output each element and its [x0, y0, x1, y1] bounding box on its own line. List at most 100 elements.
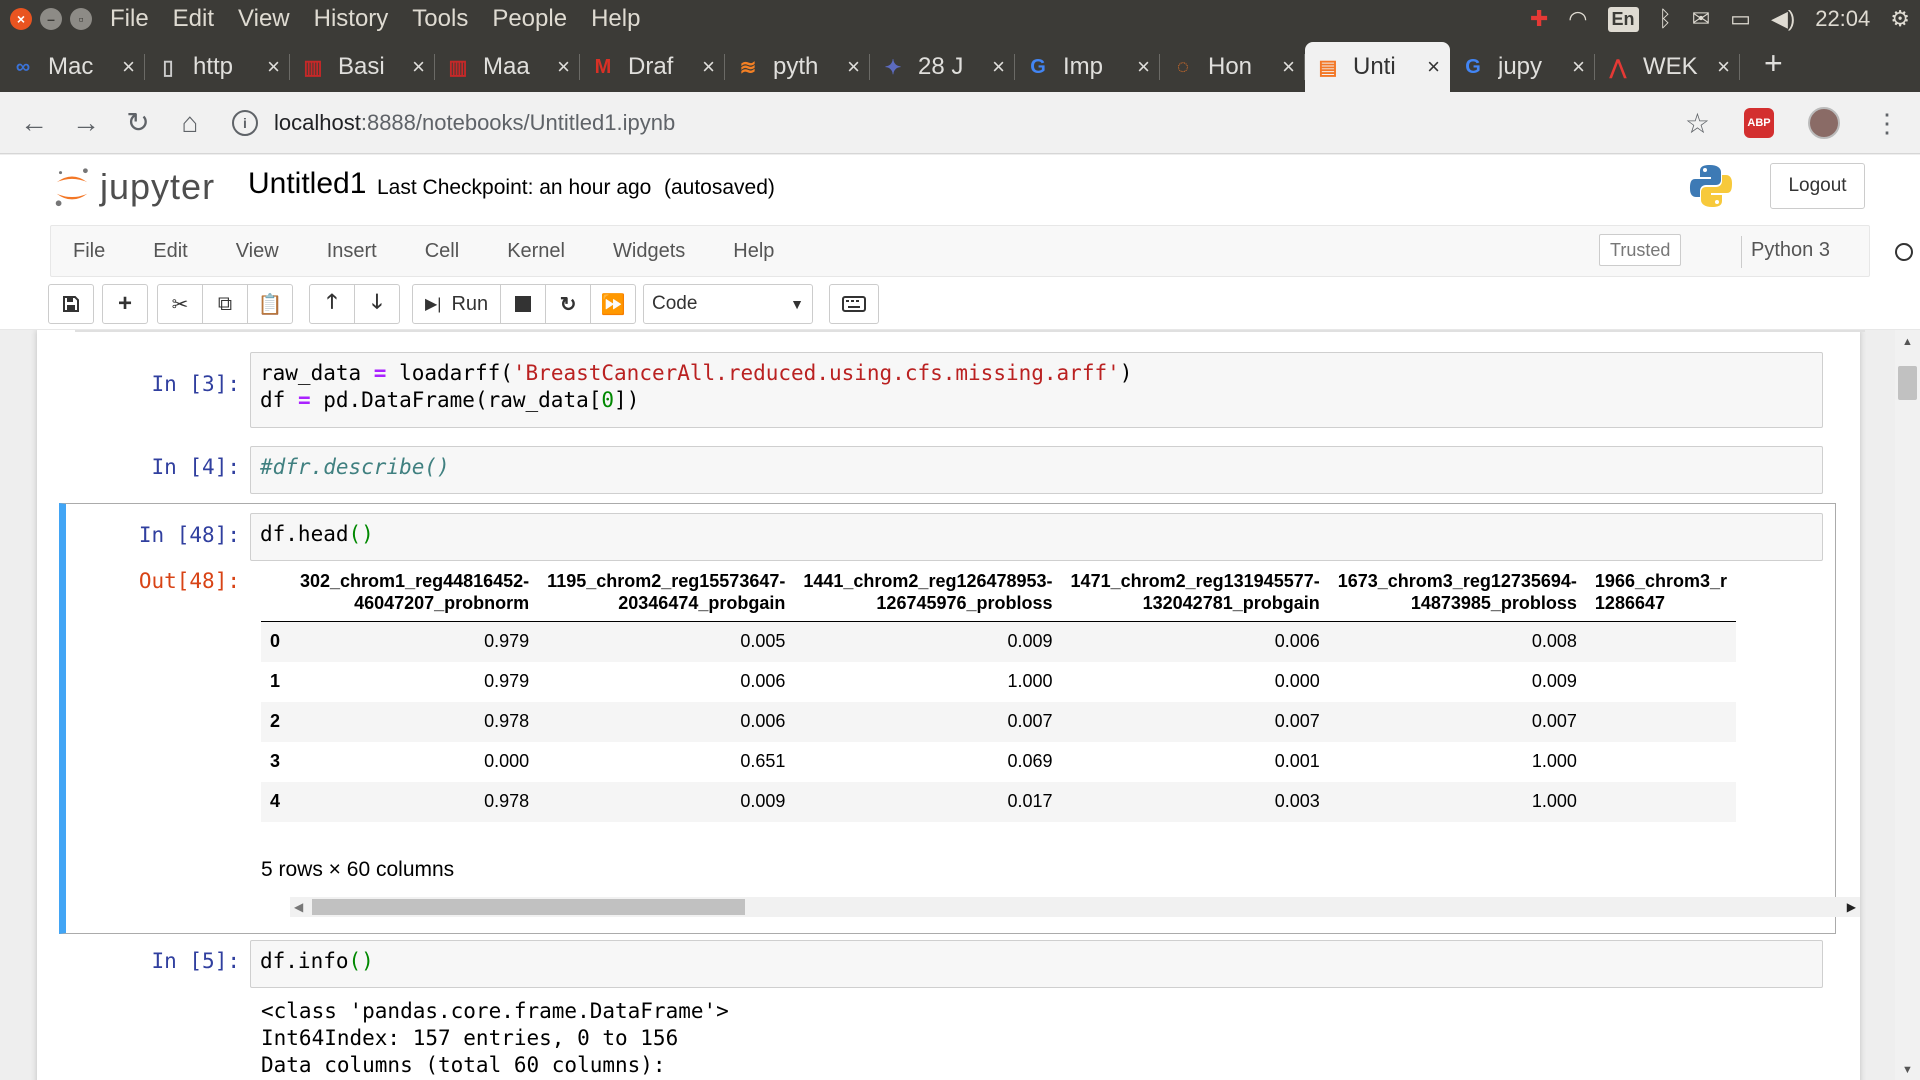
- bookmark-star-icon[interactable]: ☆: [1685, 107, 1710, 140]
- app-menu-view[interactable]: View: [238, 5, 290, 33]
- adblock-icon[interactable]: ABP: [1744, 108, 1774, 138]
- window-close-button[interactable]: ×: [10, 8, 32, 30]
- app-menu-file[interactable]: File: [110, 5, 149, 33]
- browser-tab[interactable]: ◌ Hon ×: [1160, 42, 1305, 92]
- column-header-line: 126745976_probloss: [876, 593, 1053, 613]
- tab-close-icon[interactable]: ×: [122, 54, 135, 80]
- scrollbar-thumb[interactable]: [1898, 366, 1917, 400]
- run-button[interactable]: ▶| Run: [412, 284, 502, 324]
- paste-button[interactable]: 📋: [247, 284, 293, 324]
- command-palette-button[interactable]: [829, 284, 879, 324]
- browser-tab[interactable]: Gjupy ×: [1450, 42, 1595, 92]
- mail-icon[interactable]: ✉: [1692, 6, 1710, 32]
- menu-view[interactable]: View: [212, 240, 303, 263]
- app-menu-history[interactable]: History: [314, 5, 389, 33]
- copy-button[interactable]: ⧉: [202, 284, 248, 324]
- menu-file[interactable]: File: [51, 240, 129, 263]
- browser-tab-strip: ∞ Mac × ▯ http × ▥ Basi × ▥ Maa × M Draf × ≋ pyth × ✦ 28 J ×…: [0, 38, 1920, 92]
- keyboard-layout-indicator[interactable]: En: [1607, 6, 1639, 32]
- save-button[interactable]: [48, 284, 94, 324]
- tab-close-icon[interactable]: ×: [992, 54, 1005, 80]
- scroll-down-icon[interactable]: ▼: [1902, 1064, 1913, 1076]
- tab-close-icon[interactable]: ×: [557, 54, 570, 80]
- wifi-icon[interactable]: ◠: [1568, 6, 1587, 32]
- app-menu-edit[interactable]: Edit: [173, 5, 214, 33]
- app-menu-help[interactable]: Help: [591, 5, 640, 33]
- browser-tab[interactable]: M Draf ×: [580, 42, 725, 92]
- horizontal-scrollbar[interactable]: ◀ ▶: [290, 897, 1860, 917]
- site-info-icon[interactable]: i: [232, 109, 258, 136]
- menu-cell[interactable]: Cell: [401, 240, 483, 263]
- tab-close-icon[interactable]: ×: [412, 54, 425, 80]
- browser-tab[interactable]: ⋀ WEK ×: [1595, 42, 1740, 92]
- tab-close-icon[interactable]: ×: [267, 54, 280, 80]
- volume-icon[interactable]: ◀): [1771, 6, 1795, 32]
- insert-cell-button[interactable]: +: [102, 284, 148, 324]
- code-editor[interactable]: df.head(): [250, 513, 1823, 561]
- kernel-name[interactable]: Python 3: [1751, 239, 1830, 262]
- clock[interactable]: 22:04: [1815, 6, 1870, 32]
- bluetooth-icon[interactable]: ᛒ: [1659, 6, 1672, 32]
- move-down-button[interactable]: 🡓: [354, 284, 400, 324]
- logout-button[interactable]: Logout: [1770, 163, 1865, 209]
- battery-icon[interactable]: ▭: [1730, 6, 1751, 32]
- browser-tab[interactable]: ∞ Mac ×: [0, 42, 145, 92]
- code-cell-4[interactable]: In [4]: #dfr.describe(): [60, 446, 1835, 494]
- window-minimize-button[interactable]: –: [40, 8, 62, 30]
- trusted-indicator[interactable]: Trusted: [1599, 234, 1682, 266]
- restart-run-all-button[interactable]: ⏩: [590, 284, 637, 324]
- menu-kernel[interactable]: Kernel: [483, 240, 589, 263]
- code-cell-3[interactable]: In [3]: raw_data = loadarff('BreastCance…: [60, 352, 1835, 428]
- tab-title: pyth: [773, 53, 819, 80]
- tab-close-icon[interactable]: ×: [702, 54, 715, 80]
- app-menu-people[interactable]: People: [492, 5, 567, 33]
- notebook-name[interactable]: Untitled1: [248, 167, 366, 201]
- scroll-up-icon[interactable]: ▲: [1902, 336, 1913, 348]
- tab-close-icon[interactable]: ×: [1717, 54, 1730, 80]
- back-arrow-icon[interactable]: ←: [8, 107, 60, 139]
- reload-icon[interactable]: ↻: [112, 106, 164, 139]
- tab-close-icon[interactable]: ×: [1282, 54, 1295, 80]
- code-editor[interactable]: df.info(): [250, 940, 1823, 988]
- interrupt-button[interactable]: [500, 284, 547, 324]
- restart-button[interactable]: ↻: [545, 284, 592, 324]
- gift-icon[interactable]: ✚: [1530, 6, 1548, 32]
- profile-avatar[interactable]: [1808, 107, 1840, 139]
- scroll-right-icon[interactable]: ▶: [1847, 897, 1856, 917]
- code-editor[interactable]: #dfr.describe(): [250, 446, 1823, 494]
- forward-arrow-icon[interactable]: →: [60, 107, 112, 139]
- code-editor[interactable]: raw_data = loadarff('BreastCancerAll.red…: [250, 352, 1823, 428]
- scrollbar-thumb[interactable]: [312, 899, 745, 915]
- browser-tab[interactable]: ▤ Unti ×: [1305, 42, 1450, 92]
- tab-close-icon[interactable]: ×: [1137, 54, 1150, 80]
- app-menu-tools[interactable]: Tools: [412, 5, 468, 33]
- menu-widgets[interactable]: Widgets: [589, 240, 709, 263]
- browser-tab[interactable]: G Imp ×: [1015, 42, 1160, 92]
- table-cell: [1586, 742, 1736, 782]
- window-maximize-button[interactable]: ▫: [70, 8, 92, 30]
- jupyter-logo[interactable]: jupyter: [52, 165, 215, 209]
- notebook-container[interactable]: In [3]: raw_data = loadarff('BreastCance…: [0, 330, 1920, 1080]
- menu-help[interactable]: Help: [709, 240, 798, 263]
- menu-insert[interactable]: Insert: [303, 240, 401, 263]
- cut-button[interactable]: ✂: [157, 284, 203, 324]
- tab-close-icon[interactable]: ×: [1427, 54, 1440, 80]
- cell-type-select[interactable]: Code ▼: [643, 284, 813, 324]
- browser-tab[interactable]: ▯ http ×: [145, 42, 290, 92]
- tab-close-icon[interactable]: ×: [847, 54, 860, 80]
- move-up-button[interactable]: 🡑: [309, 284, 355, 324]
- browser-tab[interactable]: ▥ Maa ×: [435, 42, 580, 92]
- browser-tab[interactable]: ✦ 28 J ×: [870, 42, 1015, 92]
- home-icon[interactable]: ⌂: [164, 107, 216, 139]
- browser-menu-icon[interactable]: ⋮: [1874, 108, 1900, 139]
- settings-gear-icon[interactable]: ⚙: [1890, 6, 1910, 32]
- tab-close-icon[interactable]: ×: [1572, 54, 1585, 80]
- menu-edit[interactable]: Edit: [129, 240, 211, 263]
- scroll-left-icon[interactable]: ◀: [294, 897, 303, 917]
- browser-tab[interactable]: ≋ pyth ×: [725, 42, 870, 92]
- address-bar[interactable]: i localhost:8888/notebooks/Untitled1.ipy…: [232, 109, 1612, 136]
- code-cell-5[interactable]: In [5]: df.info(): [60, 940, 1835, 988]
- browser-tab[interactable]: ▥ Basi ×: [290, 42, 435, 92]
- vertical-scrollbar[interactable]: ▲ ▼: [1895, 330, 1920, 1080]
- new-tab-button[interactable]: +: [1764, 45, 1783, 82]
